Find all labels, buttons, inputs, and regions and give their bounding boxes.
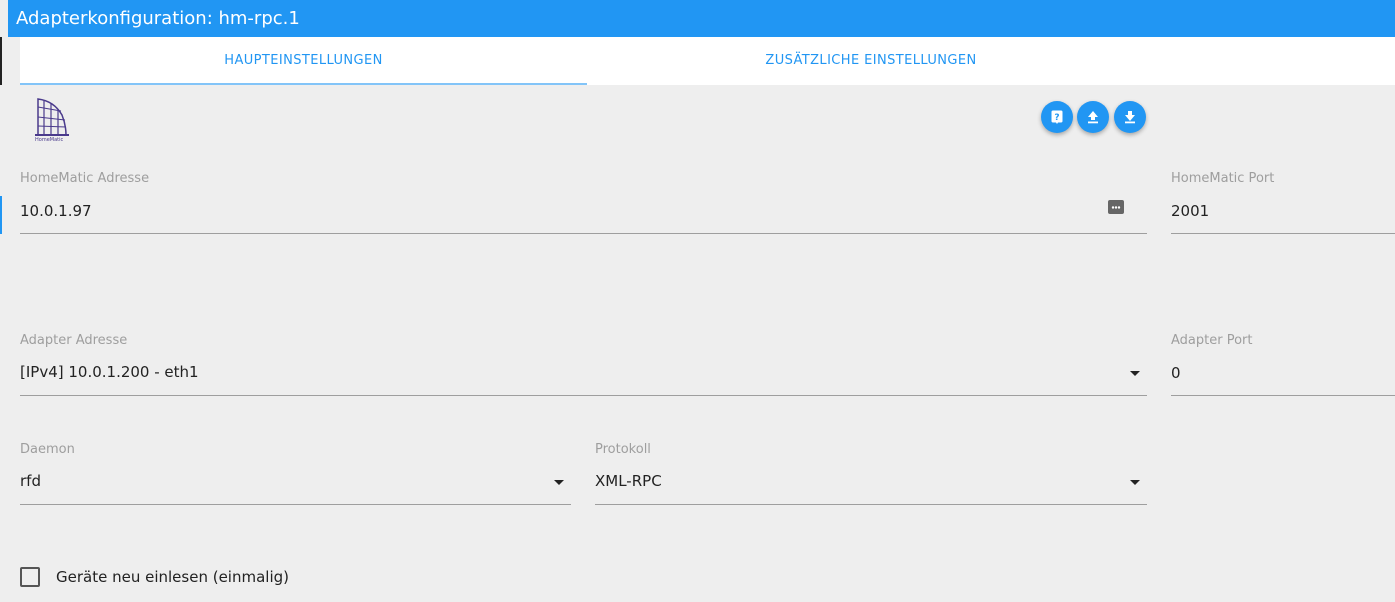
- daemon-select[interactable]: Daemon rfd: [20, 442, 571, 506]
- homematic-port-value[interactable]: 2001: [1171, 202, 1209, 220]
- upload-button[interactable]: [1077, 101, 1109, 133]
- help-icon: ?: [1051, 110, 1063, 124]
- left-edge: [0, 0, 8, 602]
- chevron-down-icon[interactable]: [554, 480, 564, 485]
- daemon-value[interactable]: rfd: [20, 472, 41, 490]
- adapter-address-value[interactable]: [IPv4] 10.0.1.200 - eth1: [20, 363, 199, 381]
- window-title: Adapterkonfiguration: hm-rpc.1: [8, 0, 1395, 37]
- homematic-port-field[interactable]: HomeMatic Port 2001: [1171, 171, 1395, 235]
- svg-text:?: ?: [1054, 113, 1059, 123]
- active-tab-indicator: [20, 83, 587, 85]
- chevron-down-icon[interactable]: [1130, 371, 1140, 376]
- protocol-label: Protokoll: [595, 442, 651, 457]
- tab-additional-settings[interactable]: ZUSÄTZLICHE EINSTELLUNGEN: [587, 37, 1155, 85]
- more-options-icon[interactable]: [1108, 200, 1124, 214]
- download-button[interactable]: [1114, 101, 1146, 133]
- tab-main-settings[interactable]: HAUPTEINSTELLUNGEN: [20, 37, 587, 85]
- adapter-port-value[interactable]: 0: [1171, 364, 1181, 382]
- svg-text:HomeMatic: HomeMatic: [35, 137, 63, 143]
- adapter-config-window: Adapterkonfiguration: hm-rpc.1 HAUPTEINS…: [0, 0, 1395, 602]
- upload-icon: [1088, 111, 1098, 124]
- adapter-port-field[interactable]: Adapter Port 0: [1171, 333, 1395, 397]
- reread-devices-option[interactable]: Geräte neu einlesen (einmalig): [20, 565, 289, 589]
- download-icon: [1125, 111, 1135, 124]
- help-button[interactable]: ?: [1041, 101, 1073, 133]
- reread-devices-label[interactable]: Geräte neu einlesen (einmalig): [56, 568, 289, 586]
- protocol-select[interactable]: Protokoll XML-RPC: [595, 442, 1147, 506]
- homematic-address-field[interactable]: HomeMatic Adresse 10.0.1.97: [20, 171, 1147, 235]
- homematic-address-label: HomeMatic Adresse: [20, 171, 150, 186]
- homematic-address-value[interactable]: 10.0.1.97: [20, 202, 92, 220]
- reread-devices-checkbox[interactable]: [20, 567, 40, 587]
- adapter-address-label: Adapter Adresse: [20, 333, 128, 348]
- adapter-address-select[interactable]: Adapter Adresse [IPv4] 10.0.1.200 - eth1: [20, 333, 1147, 397]
- homematic-port-label: HomeMatic Port: [1171, 171, 1275, 186]
- daemon-label: Daemon: [20, 442, 75, 457]
- tab-bar: HAUPTEINSTELLUNGEN ZUSÄTZLICHE EINSTELLU…: [20, 37, 1395, 85]
- adapter-port-label: Adapter Port: [1171, 333, 1253, 348]
- chevron-down-icon[interactable]: [1130, 480, 1140, 485]
- protocol-value[interactable]: XML-RPC: [595, 472, 662, 490]
- homematic-logo: HomeMatic: [35, 98, 69, 143]
